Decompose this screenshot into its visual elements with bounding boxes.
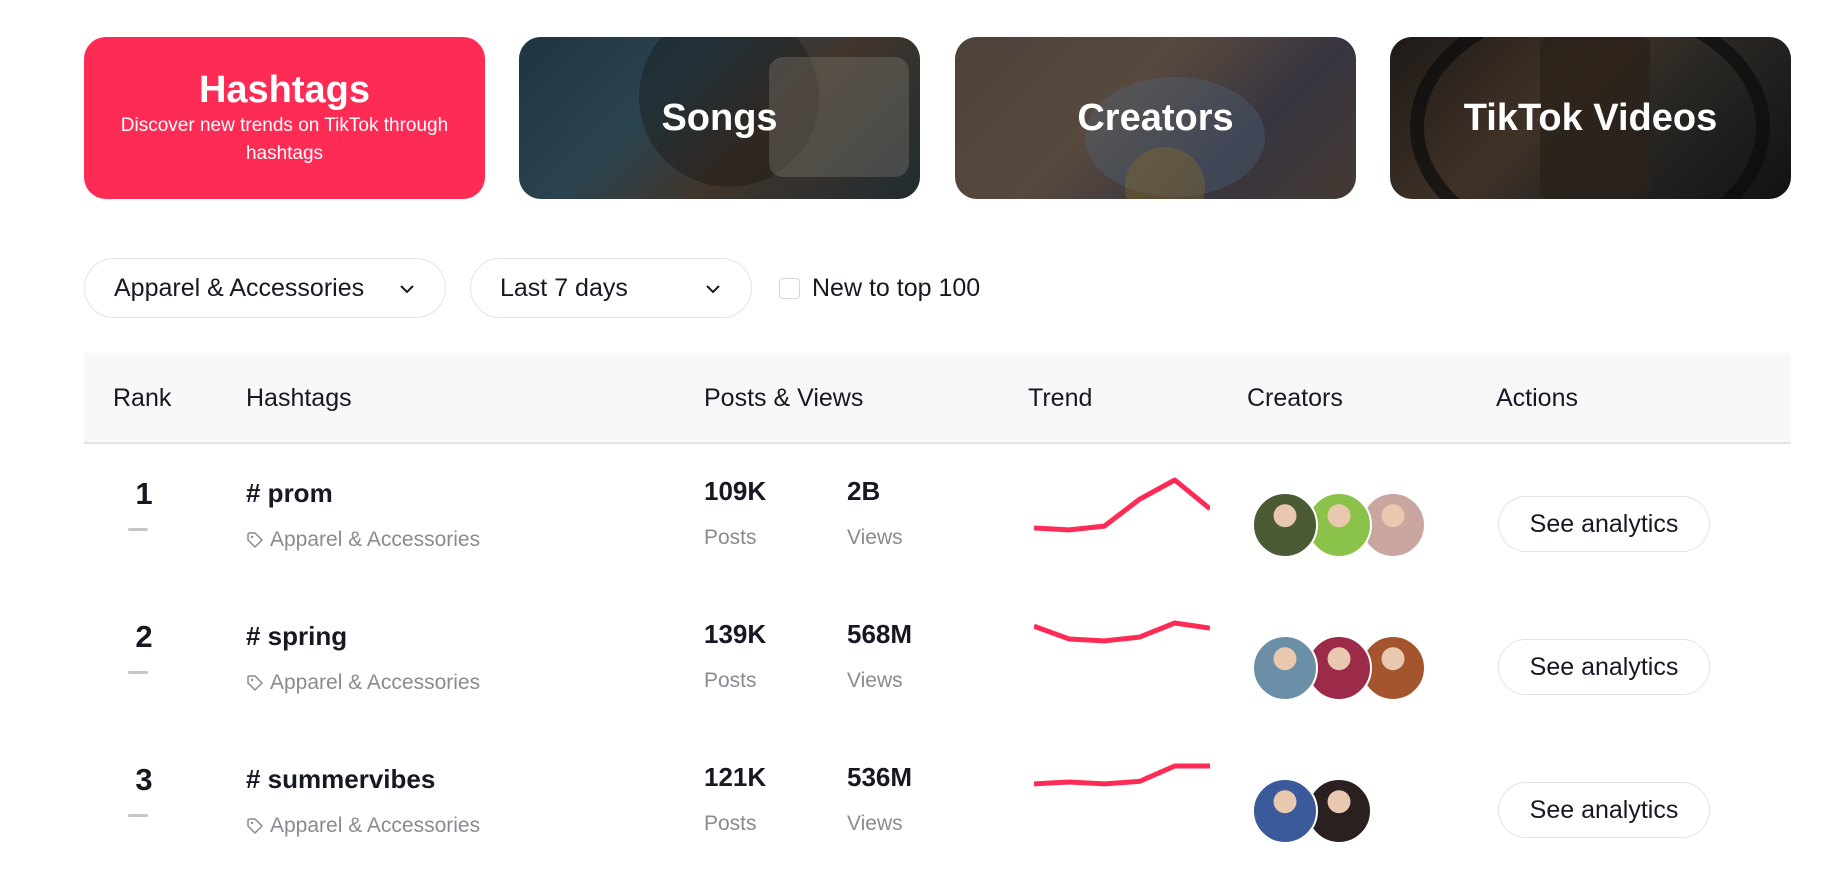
- rank-change-indicator: [128, 671, 148, 674]
- period-dropdown-value: Last 7 days: [500, 273, 628, 302]
- industry-dropdown-value: Apparel & Accessories: [114, 273, 365, 302]
- tag-icon: [247, 675, 263, 691]
- card-title: Creators: [1077, 97, 1234, 139]
- trend-sparkline: [1034, 763, 1210, 787]
- creator-avatar[interactable]: [1252, 635, 1318, 701]
- table-row: 1 # prom Apparel & Accessories 109K Posts 2B V…: [84, 452, 1791, 595]
- rank-number: 2: [135, 619, 153, 654]
- filter-bar: Apparel & Accessories Last 7 days New to…: [84, 258, 1084, 318]
- hashtag-name[interactable]: # prom: [246, 478, 333, 509]
- category-label: Apparel & Accessories: [270, 528, 481, 551]
- card-creators[interactable]: Creators: [955, 37, 1356, 199]
- chevron-down-icon: [400, 285, 414, 294]
- period-dropdown[interactable]: Last 7 days: [470, 258, 752, 318]
- posts-label: Posts: [704, 526, 757, 549]
- see-analytics-button[interactable]: See analytics: [1498, 496, 1710, 552]
- see-analytics-button[interactable]: See analytics: [1498, 782, 1710, 838]
- trend-line: [1034, 620, 1210, 644]
- trend-sparkline: [1034, 620, 1210, 644]
- header-rank: Rank: [113, 384, 172, 412]
- header-trend: Trend: [1028, 384, 1093, 412]
- posts-count: 139K: [704, 619, 767, 649]
- table-header: Rank Hashtags Posts & Views Trend Creato…: [84, 353, 1791, 444]
- chevron-down-icon: [706, 285, 720, 294]
- views-count: 536M: [847, 762, 913, 792]
- views-label: Views: [847, 812, 903, 835]
- views-count: 568M: [847, 619, 913, 649]
- hashtag-category: Apparel & Accessories: [246, 671, 480, 695]
- card-title: Songs: [661, 97, 778, 139]
- industry-dropdown[interactable]: Apparel & Accessories: [84, 258, 446, 318]
- posts-label: Posts: [704, 812, 757, 835]
- header-actions: Actions: [1496, 384, 1578, 412]
- views-label: Views: [847, 526, 903, 549]
- rank-number: 3: [135, 762, 153, 797]
- header-creators: Creators: [1247, 384, 1343, 412]
- tag-icon: [247, 532, 263, 548]
- header-posts-views: Posts & Views: [704, 384, 864, 412]
- table-row: 3 # summervibes Apparel & Accessories 121K P…: [84, 738, 1791, 881]
- new-to-top-toggle[interactable]: New to top 100: [779, 258, 980, 318]
- header-hashtags: Hashtags: [246, 384, 352, 412]
- rank-number: 1: [135, 476, 153, 511]
- creator-avatar[interactable]: [1252, 778, 1318, 844]
- card-songs[interactable]: Songs: [519, 37, 920, 199]
- card-tiktok-videos[interactable]: TikTok Videos: [1390, 37, 1791, 199]
- tag-icon: [247, 818, 263, 834]
- card-title: TikTok Videos: [1463, 97, 1718, 139]
- category-label: Apparel & Accessories: [270, 814, 481, 837]
- new-to-top-checkbox[interactable]: [779, 277, 800, 299]
- trend-sparkline: [1034, 477, 1210, 533]
- hashtag-category: Apparel & Accessories: [246, 814, 480, 838]
- trend-line: [1034, 477, 1210, 533]
- posts-label: Posts: [704, 669, 757, 692]
- see-analytics-button[interactable]: See analytics: [1498, 639, 1710, 695]
- trend-line: [1034, 763, 1210, 787]
- card-hashtags[interactable]: Hashtags Discover new trends on TikTok t…: [84, 37, 485, 199]
- category-label: Apparel & Accessories: [270, 671, 481, 694]
- hashtag-name[interactable]: # summervibes: [246, 764, 435, 795]
- posts-count: 121K: [704, 762, 767, 792]
- posts-count: 109K: [704, 476, 767, 506]
- card-title: Hashtags: [198, 69, 371, 111]
- new-to-top-label: New to top 100: [812, 273, 981, 302]
- views-label: Views: [847, 669, 903, 692]
- creator-avatar[interactable]: [1252, 492, 1318, 558]
- hashtag-category: Apparel & Accessories: [246, 528, 480, 552]
- rank-change-indicator: [128, 528, 148, 531]
- rank-change-indicator: [128, 814, 148, 817]
- views-count: 2B: [847, 476, 881, 506]
- card-subtitle: Discover new trends on TikTok through ha…: [120, 115, 449, 164]
- hashtag-name[interactable]: # spring: [246, 621, 347, 652]
- table-row: 2 # spring Apparel & Accessories 139K Posts 5…: [84, 595, 1791, 738]
- category-cards: Hashtags Discover new trends on TikTok t…: [84, 37, 1791, 199]
